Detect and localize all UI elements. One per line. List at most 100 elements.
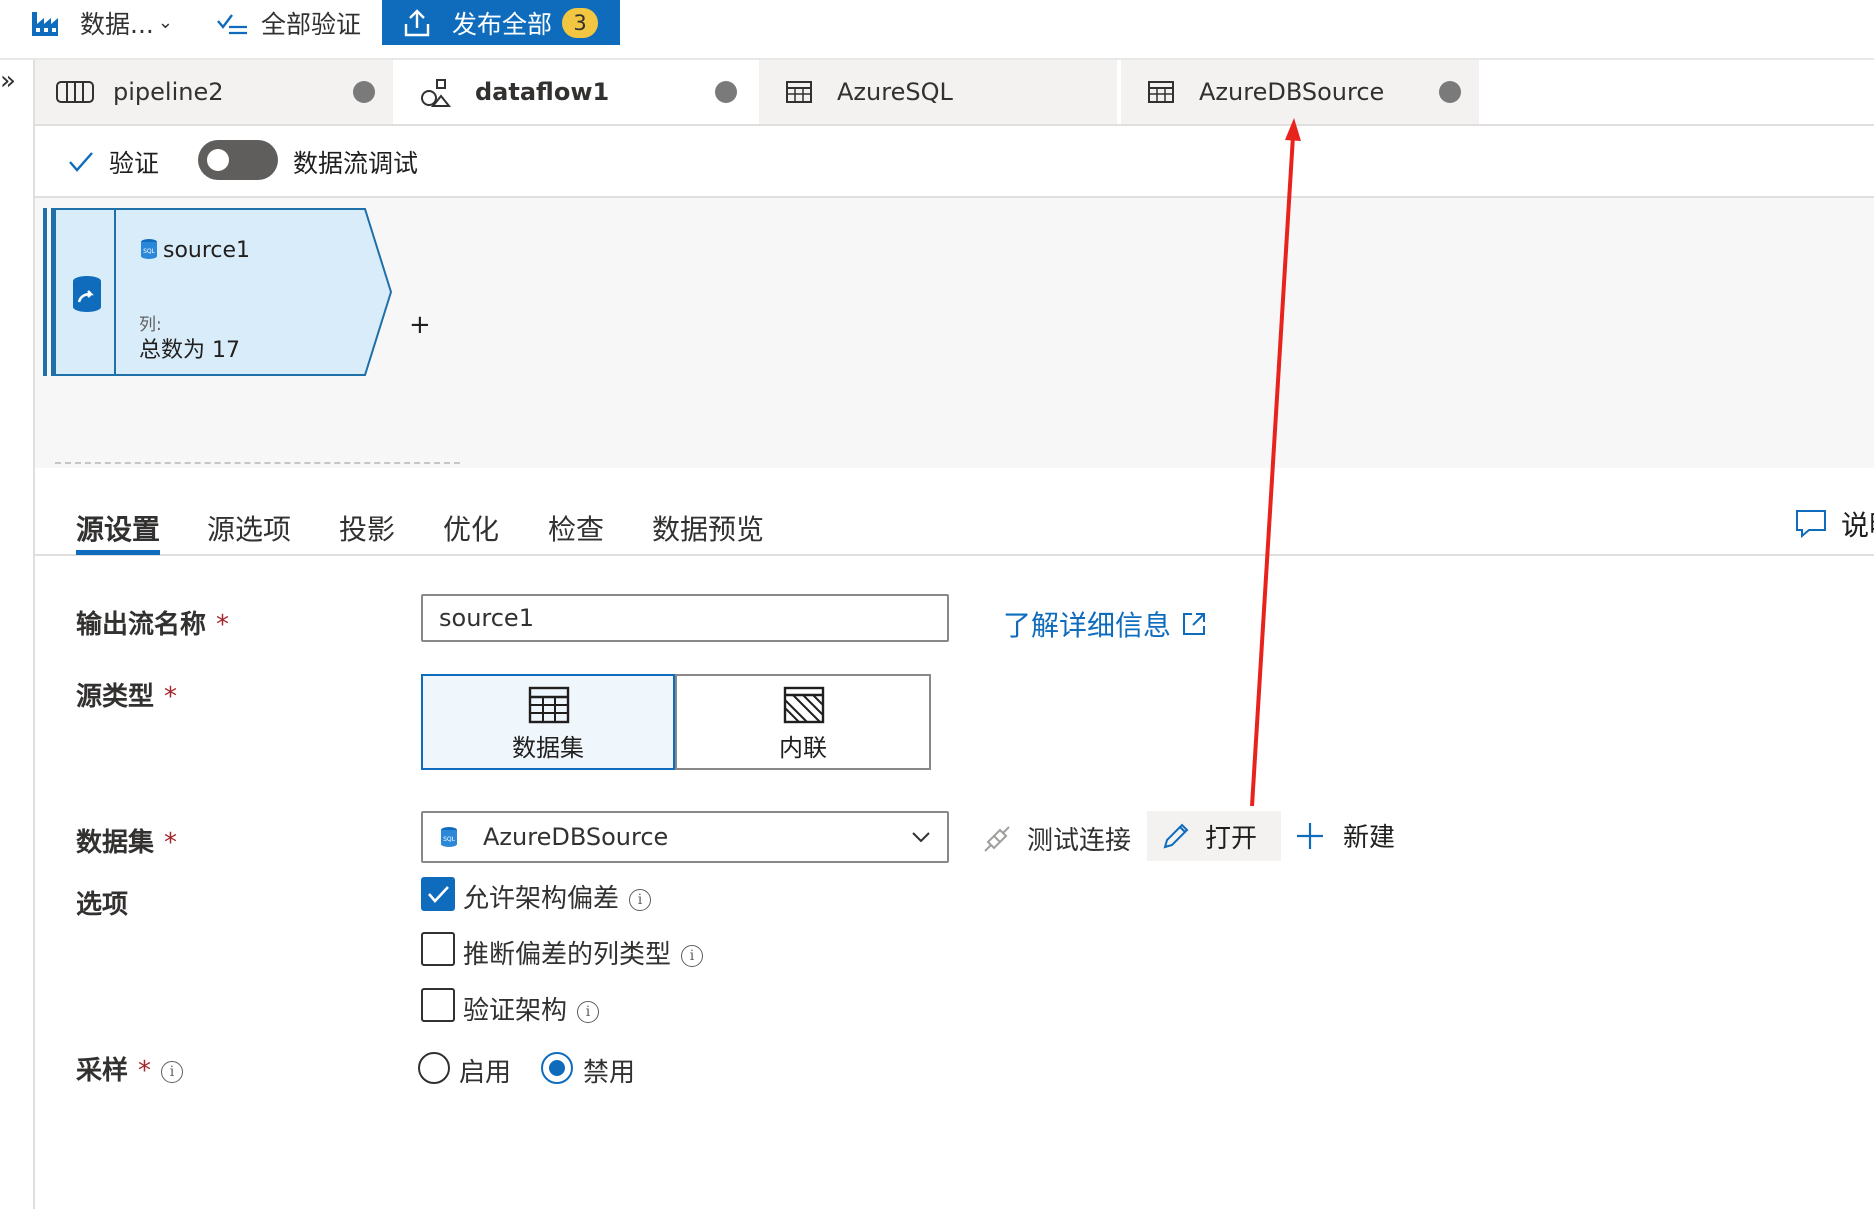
info-icon[interactable]: i	[577, 1000, 600, 1023]
data-factory-label: 数据...	[80, 9, 154, 39]
tab-label: AzureSQL	[837, 78, 953, 106]
upload-icon	[402, 8, 432, 38]
pipeline-icon	[55, 79, 95, 105]
plug-icon	[981, 823, 1013, 855]
validate-all-label: 全部验证	[261, 9, 362, 39]
info-icon[interactable]: i	[161, 1060, 184, 1083]
sql-icon: SQL	[139, 238, 159, 264]
checkmark-icon	[67, 150, 95, 174]
sampling-enable-radio[interactable]	[418, 1052, 450, 1084]
database-source-icon	[69, 274, 105, 318]
svg-text:SQL: SQL	[443, 836, 456, 843]
validate-all-button[interactable]: 全部验证	[215, 0, 361, 45]
chevron-down-icon: ⌄	[157, 12, 173, 33]
open-button[interactable]: 打开	[1147, 811, 1281, 861]
publish-all-button[interactable]: 发布全部 3	[382, 0, 620, 45]
dataflow-icon	[417, 76, 457, 108]
tab-projection[interactable]: 投影	[339, 508, 395, 548]
active-tab-indicator	[76, 550, 160, 555]
sampling-disable-label: 禁用	[583, 1058, 636, 1088]
dataset-dropdown[interactable]: SQL AzureDBSource	[421, 811, 949, 863]
allow-schema-drift-label: 允许架构偏差 i	[463, 878, 652, 915]
validate-button[interactable]: 验证	[67, 144, 159, 180]
document-tabs: pipeline2 dataflow1 AzureSQL AzureDBSour…	[35, 60, 1874, 126]
tab-source-options[interactable]: 源选项	[207, 508, 291, 548]
tab-dataflow1[interactable]: dataflow1	[397, 60, 757, 124]
description-label: 说明	[1841, 509, 1874, 542]
tab-label: dataflow1	[475, 78, 610, 106]
allow-schema-drift-checkbox[interactable]	[421, 877, 455, 911]
description-button[interactable]: 说明	[1795, 504, 1874, 544]
columns-total: 总数为 17	[139, 338, 240, 363]
validate-schema-label: 验证架构 i	[463, 990, 600, 1027]
test-connection-label: 测试连接	[1027, 826, 1132, 856]
source-node[interactable]: SQL source1 列: 总数为 17	[43, 208, 403, 382]
dataflow-canvas[interactable]: SQL source1 列: 总数为 17 +	[35, 198, 1874, 476]
validate-list-icon	[215, 9, 249, 37]
sampling-disable-radio[interactable]	[541, 1052, 573, 1084]
chevron-down-icon	[911, 831, 931, 843]
output-stream-label: 输出流名称 *	[76, 610, 230, 640]
sampling-enable-label: 启用	[459, 1058, 512, 1088]
sql-icon: SQL	[439, 826, 459, 848]
canvas-divider	[55, 462, 460, 464]
output-stream-input[interactable]: source1	[421, 594, 949, 642]
plus-icon	[1295, 821, 1325, 851]
tab-divider	[35, 554, 1874, 556]
tab-optimize[interactable]: 优化	[443, 508, 499, 548]
tab-label: pipeline2	[113, 78, 224, 106]
publish-count-badge: 3	[562, 7, 599, 38]
new-label: 新建	[1343, 823, 1396, 853]
learn-more-link[interactable]: 了解详细信息	[1003, 604, 1207, 644]
test-connection-button[interactable]: 测试连接	[981, 820, 1131, 857]
external-link-icon	[1181, 611, 1207, 637]
debug-toggle[interactable]	[198, 140, 278, 180]
data-factory-menu[interactable]: 数据... ⌄	[30, 0, 173, 45]
tab-azuredbsource[interactable]: AzureDBSource	[1121, 60, 1481, 124]
tab-pipeline2[interactable]: pipeline2	[35, 60, 395, 124]
unsaved-dot-icon	[1439, 81, 1461, 103]
source-type-dataset-option[interactable]: 数据集	[421, 674, 675, 770]
validate-label: 验证	[109, 149, 160, 178]
tab-label: AzureDBSource	[1199, 78, 1385, 106]
publish-all-label: 发布全部	[452, 9, 553, 39]
top-toolbar: 数据... ⌄ 全部验证 发布全部 3	[0, 0, 1874, 58]
options-label: 选项	[76, 890, 129, 920]
factory-icon	[30, 8, 66, 38]
unsaved-dot-icon	[353, 81, 375, 103]
add-transform-button[interactable]: +	[409, 310, 431, 340]
svg-text:SQL: SQL	[143, 248, 156, 255]
unsaved-dot-icon	[715, 81, 737, 103]
expand-chevrons-icon[interactable]: »	[0, 66, 16, 96]
infer-drifted-column-types-label: 推断偏差的列类型 i	[463, 934, 704, 971]
checkmark-icon	[428, 886, 449, 903]
tab-data-preview[interactable]: 数据预览	[652, 508, 764, 548]
left-rail: »	[0, 60, 35, 1209]
dataset-option-label: 数据集	[512, 734, 584, 762]
tab-source-settings[interactable]: 源设置	[76, 508, 160, 548]
node-name: source1	[163, 238, 251, 263]
new-dataset-button[interactable]: 新建	[1295, 817, 1395, 854]
table-icon	[1141, 80, 1181, 104]
comment-icon	[1795, 509, 1827, 539]
debug-label: 数据流调试	[293, 149, 419, 178]
pencil-icon	[1161, 821, 1191, 851]
info-icon[interactable]: i	[681, 944, 704, 967]
table-icon	[779, 80, 819, 104]
tab-inspect[interactable]: 检查	[548, 508, 604, 548]
sampling-label: 采样 * i	[76, 1050, 184, 1087]
dataset-value: AzureDBSource	[483, 823, 669, 851]
dataflow-command-bar: 验证 数据流调试	[35, 126, 1874, 198]
infer-drifted-column-types-checkbox[interactable]	[421, 932, 455, 966]
tab-azuresql[interactable]: AzureSQL	[759, 60, 1119, 124]
open-label: 打开	[1205, 823, 1258, 854]
inline-hatched-icon	[783, 686, 825, 728]
toggle-knob	[207, 149, 229, 171]
info-icon[interactable]: i	[629, 888, 652, 911]
validate-schema-checkbox[interactable]	[421, 988, 455, 1022]
properties-panel: 源设置 源选项 投影 优化 检查 数据预览 说明 输出流名称* source1 …	[35, 470, 1874, 1209]
learn-more-label: 了解详细信息	[1003, 609, 1172, 642]
table-icon	[528, 686, 570, 728]
inline-option-label: 内联	[779, 734, 827, 762]
source-type-inline-option[interactable]: 内联	[675, 674, 931, 770]
